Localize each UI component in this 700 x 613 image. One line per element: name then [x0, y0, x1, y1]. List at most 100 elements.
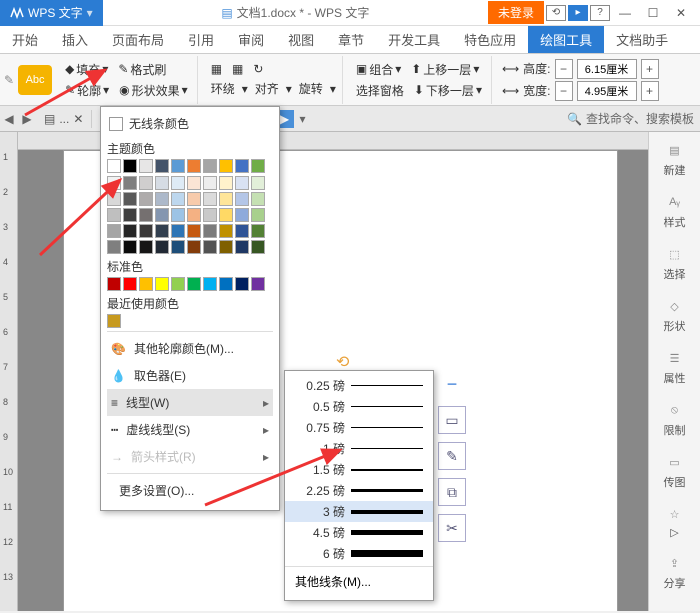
tab-prev[interactable]: ◀ — [0, 110, 18, 128]
tab-dev[interactable]: 开发工具 — [376, 26, 452, 53]
color-swatch[interactable] — [123, 240, 137, 254]
tab-layout[interactable]: 页面布局 — [100, 26, 176, 53]
wrap-label[interactable]: 环绕 — [208, 79, 238, 98]
copy-tool-icon[interactable]: ⧉ — [438, 478, 466, 506]
doc-tab-1[interactable]: ▤ ... ✕ — [36, 110, 92, 128]
color-swatch[interactable] — [235, 192, 249, 206]
color-swatch[interactable] — [139, 208, 153, 222]
chart-tool-icon[interactable]: ▭ — [438, 406, 466, 434]
height-plus[interactable]: + — [641, 59, 659, 79]
rotate-label[interactable]: 旋转 — [296, 79, 326, 98]
color-swatch[interactable] — [203, 224, 217, 238]
tab-special[interactable]: 特色应用 — [452, 26, 528, 53]
color-swatch[interactable] — [171, 159, 185, 173]
color-swatch[interactable] — [187, 277, 201, 291]
color-swatch[interactable] — [187, 159, 201, 173]
color-swatch[interactable] — [219, 224, 233, 238]
right-panel-item[interactable]: ☆▷ — [665, 504, 685, 539]
color-swatch[interactable] — [107, 240, 121, 254]
down-layer[interactable]: ⬇ 下移一层 ▾ — [411, 81, 485, 100]
group-button[interactable]: ▣ 组合 ▾ — [353, 60, 404, 79]
tab-ref[interactable]: 引用 — [176, 26, 226, 53]
color-swatch[interactable] — [171, 240, 185, 254]
line-weight-option[interactable]: 1.5 磅 — [285, 459, 433, 480]
color-swatch[interactable] — [123, 159, 137, 173]
color-swatch[interactable] — [219, 159, 233, 173]
tab-draw[interactable]: 绘图工具 — [528, 26, 604, 53]
width-minus[interactable]: − — [555, 81, 573, 101]
up-layer[interactable]: ⬆ 上移一层 ▾ — [408, 60, 482, 79]
color-swatch[interactable] — [219, 240, 233, 254]
color-swatch[interactable] — [251, 277, 265, 291]
tab-start[interactable]: 开始 — [0, 26, 50, 53]
color-swatch[interactable] — [251, 192, 265, 206]
tab-next[interactable]: ▶ — [18, 110, 36, 128]
color-swatch[interactable] — [235, 176, 249, 190]
color-swatch[interactable] — [219, 277, 233, 291]
color-swatch[interactable] — [187, 192, 201, 206]
color-swatch[interactable] — [171, 192, 185, 206]
line-weight-option[interactable]: 1 磅 — [285, 438, 433, 459]
format-painter[interactable]: ✎ 格式刷 — [115, 60, 169, 79]
shape-style-preview[interactable]: Abc — [18, 65, 52, 95]
align-label[interactable]: 对齐 — [252, 79, 282, 98]
color-swatch[interactable] — [139, 176, 153, 190]
help-icon[interactable]: ? — [590, 5, 610, 21]
color-swatch[interactable] — [187, 240, 201, 254]
color-swatch[interactable] — [155, 208, 169, 222]
color-swatch[interactable] — [251, 176, 265, 190]
fill-button[interactable]: ◆ 填充 ▾ — [62, 60, 111, 79]
no-line-color[interactable]: 无线条颜色 — [107, 111, 273, 136]
color-swatch[interactable] — [203, 240, 217, 254]
align-button[interactable]: ▦ — [229, 61, 246, 77]
right-panel-item[interactable]: ▭传图 — [664, 452, 686, 490]
right-panel-item[interactable]: ◇形状 — [664, 296, 686, 334]
color-swatch[interactable] — [123, 224, 137, 238]
color-swatch[interactable] — [107, 277, 121, 291]
color-swatch[interactable] — [107, 159, 121, 173]
height-input[interactable] — [577, 59, 637, 79]
line-weight-option[interactable]: 0.25 磅 — [285, 375, 433, 396]
color-swatch[interactable] — [219, 176, 233, 190]
collapse-icon[interactable]: − — [438, 370, 466, 398]
color-swatch[interactable] — [139, 277, 153, 291]
color-swatch[interactable] — [107, 192, 121, 206]
sync-icon[interactable]: ⟲ — [546, 5, 566, 21]
color-swatch[interactable] — [155, 277, 169, 291]
right-panel-item[interactable]: ⦸限制 — [664, 400, 686, 438]
color-swatch[interactable] — [235, 159, 249, 173]
close-button[interactable]: ✕ — [668, 2, 694, 24]
line-weight-option[interactable]: 6 磅 — [285, 543, 433, 564]
line-weight-option[interactable]: 4.5 磅 — [285, 522, 433, 543]
right-panel-item[interactable]: ⇪分享 — [664, 553, 686, 591]
color-swatch[interactable] — [251, 240, 265, 254]
color-swatch[interactable] — [123, 192, 137, 206]
more-lines[interactable]: 其他线条(M)... — [285, 566, 433, 596]
color-swatch[interactable] — [171, 208, 185, 222]
color-swatch[interactable] — [203, 192, 217, 206]
more-colors[interactable]: 🎨其他轮廓颜色(M)... — [107, 335, 273, 362]
color-swatch[interactable] — [107, 208, 121, 222]
line-weight[interactable]: ≡线型(W)▸ — [107, 389, 273, 416]
shape-effect[interactable]: ◉ 形状效果 ▾ — [116, 81, 191, 100]
right-panel-item[interactable]: ⬚选择 — [664, 244, 686, 282]
line-weight-option[interactable]: 0.75 磅 — [285, 417, 433, 438]
tab-chapter[interactable]: 章节 — [326, 26, 376, 53]
style-tool-icon[interactable]: ✎ — [438, 442, 466, 470]
outline-button[interactable]: ✎ 轮廓 ▾ — [62, 81, 112, 100]
color-swatch[interactable] — [187, 224, 201, 238]
color-swatch[interactable] — [203, 277, 217, 291]
color-swatch[interactable] — [123, 277, 137, 291]
color-swatch[interactable] — [203, 176, 217, 190]
color-swatch[interactable] — [203, 208, 217, 222]
color-swatch[interactable] — [171, 277, 185, 291]
color-swatch[interactable] — [235, 208, 249, 222]
color-swatch[interactable] — [155, 192, 169, 206]
rotate-handle-icon[interactable]: ⟲ — [336, 352, 349, 372]
more-settings[interactable]: 更多设置(O)... — [107, 477, 273, 504]
color-swatch[interactable] — [235, 240, 249, 254]
color-swatch[interactable] — [251, 159, 265, 173]
search-placeholder[interactable]: 查找命令、搜索模板 — [586, 110, 694, 127]
color-swatch[interactable] — [155, 240, 169, 254]
color-swatch[interactable] — [235, 224, 249, 238]
